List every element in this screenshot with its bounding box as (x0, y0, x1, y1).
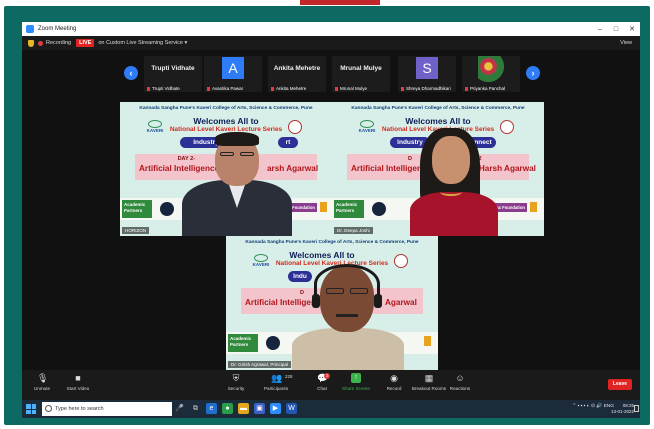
participant-strip: ‹ Trupti Vidhate Trupti Vidhate A Avanti… (22, 56, 640, 96)
chrome-icon[interactable]: ● (222, 403, 233, 414)
participants-button[interactable]: 👥 Participants 228 (258, 373, 294, 391)
desktop-screen: Zoom Meeting – □ ✕ Recording LIVE on Cus… (22, 22, 640, 418)
speaker-video (182, 132, 292, 236)
thumbnail-caption: Avantika Pawar (207, 86, 243, 91)
live-badge[interactable]: LIVE (76, 39, 95, 47)
chat-badge: 3 (324, 373, 330, 379)
close-button[interactable]: ✕ (624, 25, 640, 33)
zoom-taskbar-icon[interactable]: ▶ (270, 403, 281, 414)
chat-button[interactable]: 💬 Chat 3 (304, 373, 340, 391)
unmute-button[interactable]: 🎙 Unmute (24, 373, 60, 391)
participant-name-label: Dr. Deepa Joshi (334, 227, 373, 234)
notification-icon[interactable] (634, 405, 639, 412)
speaker-video (288, 258, 408, 370)
security-button[interactable]: ⛨ Security (218, 373, 254, 391)
task-view-icon[interactable]: ⧉ (190, 403, 201, 414)
thumbnail-tile[interactable]: Trupti Vidhate Trupti Vidhate (144, 56, 202, 92)
thumbnail-tile[interactable]: Mrunal Mulye Mrunal Mulye (332, 56, 390, 92)
thumbnail-tile[interactable]: Ankita Mehetre Ankita Mehetre (268, 56, 326, 92)
store-icon[interactable]: ▣ (254, 403, 265, 414)
thumbnail-caption: Priyanka Panchal (465, 86, 505, 91)
reactions-icon: ☺ (455, 373, 465, 383)
participants-count: 228 (285, 374, 293, 379)
video-tile-2[interactable]: Kannada Sangha Pune's Kaveri College of … (332, 102, 544, 236)
recording-dot-icon (38, 40, 43, 46)
windows-taskbar: Type here to search 🎤 ⧉ e ● ▬ ▣ ▶ W ⌃ ▪ … (22, 400, 640, 418)
thumbnail-caption: Trupti Vidhate (147, 86, 180, 91)
meeting-status-bar: Recording LIVE on Custom Live Streaming … (22, 36, 640, 50)
participant-name-label: Dr. Girish Agrawal, Principal (228, 361, 291, 368)
zoom-logo-icon (26, 25, 34, 33)
chevron-right-icon[interactable]: › (526, 66, 540, 80)
clock-date: 13-01-2022 (610, 409, 634, 414)
flower-photo (478, 56, 504, 82)
thumbnail-name: Ankita Mehetre (273, 65, 321, 72)
partner-logo-icon (160, 202, 174, 216)
avatar: A (222, 57, 244, 79)
recording-label: Recording (46, 40, 72, 46)
share-screen-icon: ↑ (351, 373, 361, 383)
window-titlebar: Zoom Meeting – □ ✕ (22, 22, 640, 36)
academic-partners-label: Academic Partners (122, 200, 152, 218)
top-red-strip (300, 0, 380, 5)
thumbnail-name: Mrunal Mulye (340, 65, 382, 72)
partner-logo-icon (266, 336, 280, 350)
shield-icon[interactable] (28, 39, 34, 47)
partner-logo-icon (372, 202, 386, 216)
windows-start-icon[interactable] (26, 404, 36, 414)
thumbnail-caption: Mrunal Mulye (335, 86, 367, 91)
avatar: S (416, 57, 438, 79)
thumbnail-caption: Shreya Dharmadhikari (401, 86, 451, 91)
minimize-button[interactable]: – (592, 26, 608, 33)
partner-logo-icon (530, 202, 537, 212)
start-video-button[interactable]: ■ Start Video (60, 373, 96, 391)
participant-name-label: HORIZON (122, 227, 150, 234)
maximize-button[interactable]: □ (608, 26, 624, 33)
video-tile-1[interactable]: Kannada Sangha Pune's Kaveri College of … (120, 102, 332, 236)
share-screen-button[interactable]: ↑ Share Screen (338, 373, 374, 391)
partner-logo-icon (320, 202, 327, 212)
participants-icon: 👥 (271, 373, 283, 383)
college-name: Kannada Sangha Pune's Kaveri College of … (245, 240, 419, 245)
thumbnail-tile[interactable]: S Shreya Dharmadhikari (398, 56, 456, 92)
shield-icon: ⛨ (232, 373, 240, 383)
thumbnail-caption: Ankita Mehetre (271, 86, 306, 91)
chevron-left-icon[interactable]: ‹ (124, 66, 138, 80)
file-explorer-icon[interactable]: ▬ (238, 403, 249, 414)
leave-button[interactable]: Leave (608, 379, 632, 390)
taskbar-clock[interactable]: 08:25 13-01-2022 (611, 403, 634, 415)
live-service-menu[interactable]: on Custom Live Streaming Service ▾ (98, 40, 187, 46)
edge-browser-icon[interactable]: e (206, 403, 217, 414)
college-name: Kannada Sangha Pune's Kaveri College of … (139, 106, 313, 111)
record-icon: ◉ (390, 373, 398, 383)
microphone-icon[interactable]: 🎤 (174, 403, 185, 414)
reactions-button[interactable]: ☺ Reactions (442, 373, 478, 391)
thumbnail-name: Trupti Vidhate (151, 65, 195, 72)
thumbnail-tile[interactable]: Priyanka Panchal (462, 56, 520, 92)
video-tile-3[interactable]: Kannada Sangha Pune's Kaveri College of … (226, 236, 438, 370)
taskbar-search-input[interactable]: Type here to search (42, 402, 172, 416)
thumbnail-tile[interactable]: A Avantika Pawar (204, 56, 262, 92)
system-tray[interactable]: ⌃ ▪ ▪ ▪ ◐ ⊙ 🔊 ENG (572, 404, 614, 409)
window-title: Zoom Meeting (38, 26, 77, 32)
breakout-rooms-icon: ▦ (424, 373, 434, 383)
partner-logo-icon (424, 336, 431, 346)
speaker-video (402, 126, 506, 236)
word-icon[interactable]: W (286, 403, 297, 414)
academic-partners-label: Academic Partners (334, 200, 364, 218)
view-button[interactable]: View (620, 40, 632, 46)
college-name: Kannada Sangha Pune's Kaveri College of … (351, 106, 525, 111)
meeting-toolbar: 🎙 Unmute ■ Start Video ⛨ Security 👥 Part… (22, 370, 640, 400)
video-off-icon: ■ (75, 373, 81, 383)
academic-partners-label: Academic Partners (228, 334, 258, 352)
microphone-muted-icon: 🎙 (37, 373, 49, 383)
